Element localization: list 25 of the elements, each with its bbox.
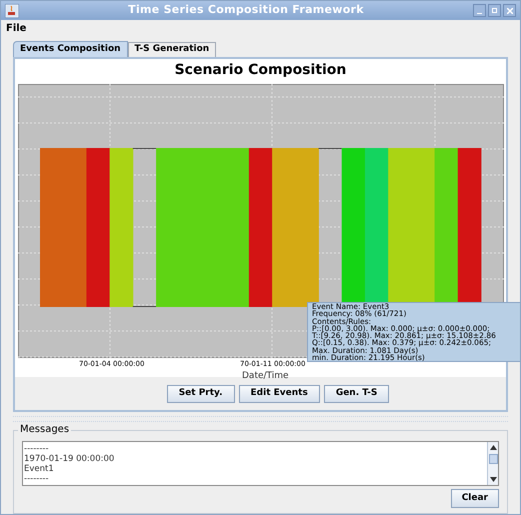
gap-line xyxy=(132,148,157,149)
close-icon xyxy=(506,8,512,14)
menu-item[interactable]: File xyxy=(5,21,28,36)
axis-title: Date/Time xyxy=(242,370,289,383)
gap-line xyxy=(318,148,342,149)
message-line: Event1 xyxy=(24,464,54,474)
clear-button[interactable]: Clear xyxy=(450,489,499,508)
message-line: -------- xyxy=(24,474,49,484)
tab[interactable]: Events Composition xyxy=(13,41,128,57)
minimize-button[interactable] xyxy=(473,4,486,17)
scrollbar[interactable] xyxy=(487,442,498,485)
action-button[interactable]: Edit Events xyxy=(238,385,320,403)
tab[interactable]: T-S Generation xyxy=(128,42,216,57)
group-title: Messages xyxy=(18,424,72,436)
action-button[interactable]: Gen. T-S xyxy=(324,385,390,403)
message-line: -------- xyxy=(24,444,49,454)
scroll-down-icon[interactable] xyxy=(490,477,496,482)
message-line: 1970-01-19 00:00:00 xyxy=(24,454,114,464)
window-title: Time Series Composition Framework xyxy=(127,2,365,18)
maximize-button[interactable] xyxy=(488,4,501,17)
gap-line xyxy=(132,306,157,307)
close-button[interactable] xyxy=(503,4,516,17)
scroll-up-icon[interactable] xyxy=(490,445,496,450)
action-button[interactable]: Set Prty. xyxy=(166,385,235,403)
chart-title: Scenario Composition xyxy=(174,61,346,79)
